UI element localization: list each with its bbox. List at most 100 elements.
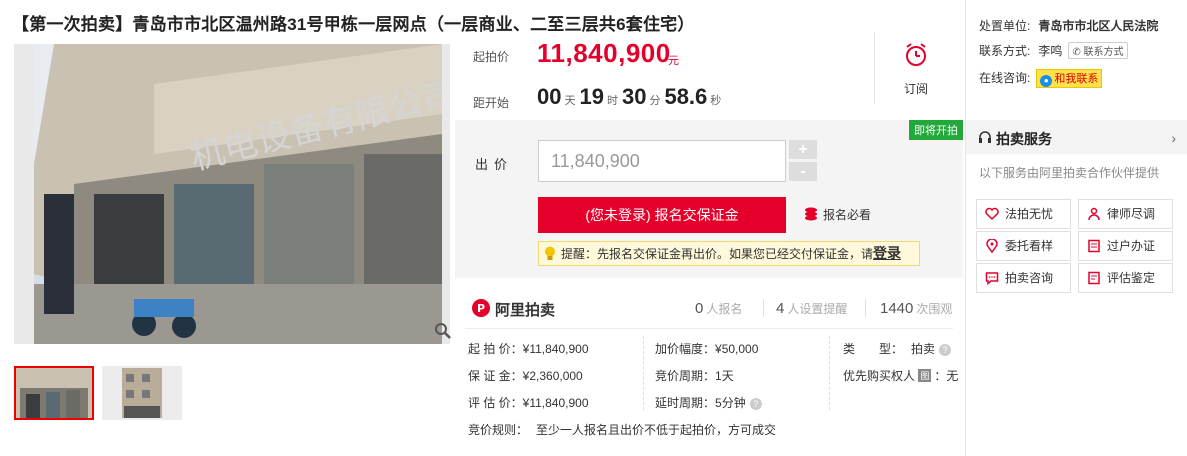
service-label: 律师尽调: [1107, 207, 1156, 221]
info-value: ：无: [934, 369, 959, 383]
service-worry-free[interactable]: 法拍无忧: [976, 199, 1071, 229]
info-value: 1天: [715, 369, 734, 383]
info-label: 保 证 金：: [468, 369, 523, 383]
service-label: 委托看样: [1005, 239, 1054, 253]
chevron-right-icon: ›: [1171, 130, 1176, 146]
coins-icon: [805, 207, 817, 221]
zoom-icon[interactable]: [434, 322, 452, 340]
priority-badge: 图: [918, 369, 932, 382]
reminder-count-num: 4: [776, 300, 785, 317]
disposal-unit: 处置单位: 青岛市市北区人民法院: [979, 17, 1158, 34]
court-name[interactable]: 青岛市市北区人民法院: [1038, 19, 1158, 33]
divider: [465, 328, 953, 329]
help-icon[interactable]: ?: [749, 398, 762, 410]
increase-bid-button[interactable]: +: [789, 140, 817, 159]
bid-cycle-row: 竞价周期：1天: [655, 367, 734, 384]
deposit-row: 保 证 金：¥2,360,000: [468, 367, 583, 384]
auction-info: P 阿里拍卖 0 人报名 4 人设置提醒 1440 次围观 起 拍 价：¥11,840…: [455, 284, 963, 456]
signup-deposit-button[interactable]: (您未登录) 报名交保证金: [538, 197, 786, 233]
thumbnail-2[interactable]: [102, 366, 182, 420]
thumbnail-photo: [102, 366, 182, 420]
location-pin-icon: [986, 239, 998, 253]
info-label: 类 型：: [843, 342, 904, 356]
decrease-bid-button[interactable]: -: [789, 162, 817, 181]
alarm-clock-icon[interactable]: [903, 42, 929, 68]
countdown-hours: 19: [579, 84, 604, 109]
contact-phone-label: 联系方式: [1083, 47, 1124, 58]
price-panel: 起拍价 11,840,900 元 距开始 00 天 19 时 30 分 58.6 秒 订阅: [455, 28, 963, 120]
service-description: 以下服务由阿里拍卖合作伙伴提供: [979, 166, 1160, 180]
stat-divider: [865, 299, 866, 317]
help-icon[interactable]: ?: [939, 344, 952, 356]
chat-bubble-icon: [985, 272, 999, 285]
view-count-label: 次围观: [916, 302, 953, 316]
column-divider: [829, 336, 830, 410]
price-unit: 元: [668, 55, 679, 67]
must-read-label: 报名必看: [823, 208, 872, 222]
contact-info: 联系方式: 李鸣 ✆ 联系方式: [979, 42, 1128, 59]
main-photo[interactable]: 机电设备有限公司: [14, 44, 450, 344]
contact-phone-button[interactable]: ✆ 联系方式: [1068, 42, 1128, 59]
info-value: ¥50,000: [715, 342, 759, 356]
info-label: 加价幅度：: [655, 342, 716, 356]
info-value: ¥11,840,900: [522, 342, 589, 356]
service-transfer[interactable]: 过户办证: [1078, 231, 1173, 261]
info-label: 竞价规则：: [468, 423, 529, 437]
info-label: 竞价周期：: [655, 369, 716, 383]
bid-input[interactable]: [538, 140, 786, 182]
service-consult[interactable]: 拍卖咨询: [976, 263, 1071, 293]
must-read-link[interactable]: 报名必看: [803, 206, 871, 223]
ali-auction-brand: 阿里拍卖: [495, 302, 556, 319]
info-label: 延时周期：: [655, 396, 716, 410]
login-link[interactable]: 登录: [873, 245, 901, 261]
service-lawyer-review[interactable]: 律师尽调: [1078, 199, 1173, 229]
countdown-label: 距开始: [473, 96, 510, 110]
lightbulb-icon: [545, 246, 555, 260]
info-value: 拍卖: [911, 342, 936, 356]
reminder-count: 4 人设置提醒: [776, 300, 847, 317]
reminder-count-label: 人设置提醒: [787, 302, 848, 316]
thumbnail-1[interactable]: [14, 366, 94, 420]
countdown-days-unit: 天: [564, 95, 576, 107]
divider: [874, 32, 875, 104]
service-label: 评估鉴定: [1107, 271, 1156, 285]
countdown-seconds: 58.6: [664, 84, 708, 109]
start-price-row: 起 拍 价：¥11,840,900: [468, 340, 589, 357]
chat-label: 和我联系: [1054, 73, 1099, 85]
type-row: 类 型： 拍卖?: [843, 340, 952, 357]
view-count: 1440 次围观: [880, 300, 952, 317]
login-reminder: 提醒：先报名交保证金再出价。如果您已经交付保证金，请登录: [538, 241, 920, 266]
countdown: 00 天 19 时 30 分 58.6 秒: [537, 84, 725, 110]
start-price-label: 起拍价: [473, 50, 510, 64]
online-consult: 在线咨询: ● 和我联系: [979, 69, 1103, 88]
service-title: 拍卖服务: [996, 131, 1052, 147]
signup-count-label: 人报名: [706, 302, 743, 316]
signup-count-num: 0: [695, 300, 704, 317]
certificate-icon: [1088, 239, 1100, 253]
auction-service-header[interactable]: 拍卖服务 ›: [966, 120, 1187, 154]
heart-icon: [985, 207, 999, 221]
storefront-photo: 机电设备有限公司: [34, 44, 442, 344]
bid-label: 出价: [475, 157, 514, 172]
info-value: ¥2,360,000: [522, 369, 583, 383]
document-icon: [1088, 271, 1100, 285]
countdown-seconds-unit: 秒: [710, 95, 722, 107]
info-label: 优先购买权人: [843, 369, 916, 383]
contact-name: 李鸣: [1038, 44, 1063, 58]
service-viewing[interactable]: 委托看样: [976, 231, 1071, 261]
countdown-minutes: 30: [621, 84, 647, 109]
view-count-num: 1440: [880, 300, 914, 317]
countdown-minutes-unit: 分: [649, 95, 661, 107]
info-value: ¥11,840,900: [522, 396, 589, 410]
chat-button[interactable]: ● 和我联系: [1036, 69, 1103, 88]
bid-panel: 即将开拍 出价 + - (您未登录) 报名交保证金 报名必看 提醒：先报名交保证…: [455, 120, 963, 278]
thumbnail-photo: [16, 368, 92, 418]
service-appraisal[interactable]: 评估鉴定: [1078, 263, 1173, 293]
chat-icon: ●: [1040, 75, 1053, 87]
subscribe-button[interactable]: 订阅: [904, 80, 928, 97]
service-label: 拍卖咨询: [1005, 271, 1054, 285]
ali-auction-logo-icon: P: [472, 299, 490, 317]
headphones-icon: [979, 131, 991, 143]
priority-buyer-row: 优先购买权人 图：无: [843, 367, 958, 384]
column-divider: [643, 336, 644, 410]
